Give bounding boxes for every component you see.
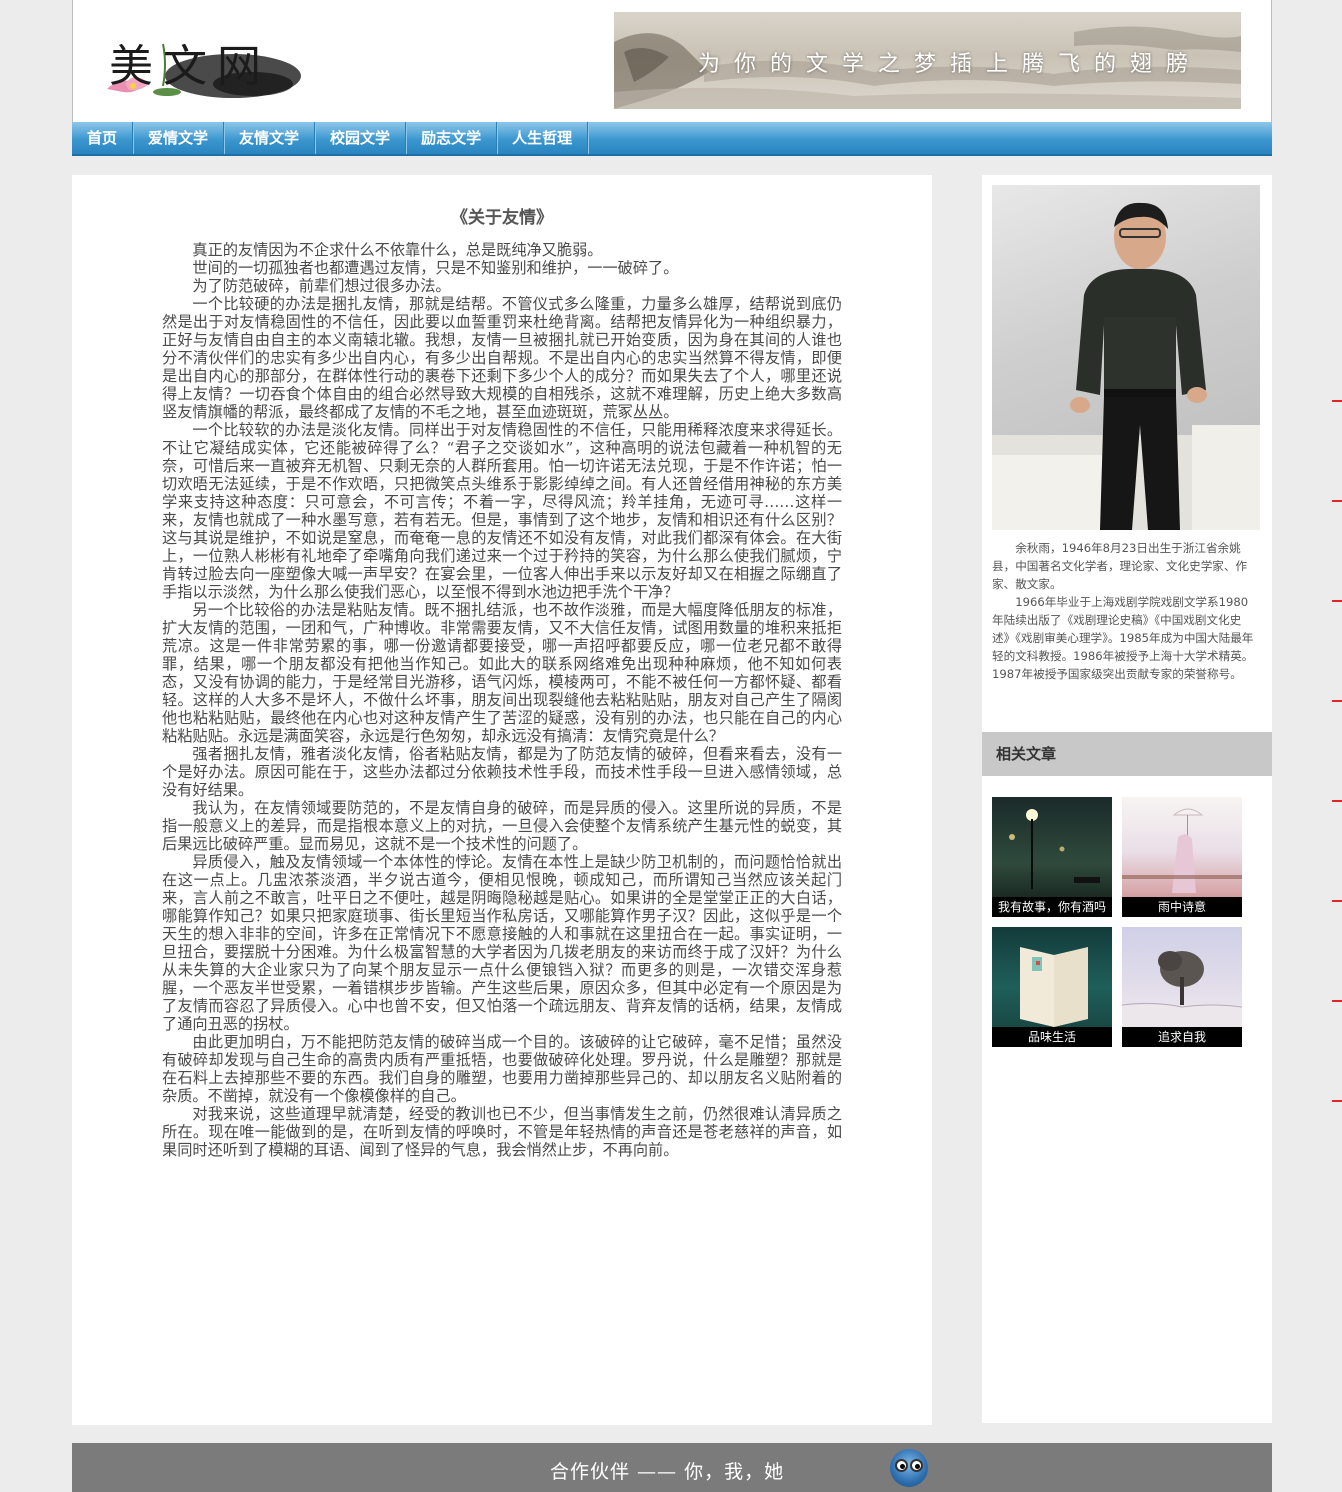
related-article-thumb[interactable]: 追求自我 (1122, 927, 1242, 1047)
article-paragraph: 对我来说，这些道理早就清楚，经受的教训也已不少，但当事情发生之前，仍然很难认清异… (162, 1105, 842, 1159)
article-paragraph: 由此更加明白，万不能把防范友情的破碎当成一个目的。该破碎的让它破碎，毫不足惜；虽… (162, 1033, 842, 1105)
edge-marker (1332, 800, 1342, 802)
related-article-thumb[interactable]: 我有故事，你有酒吗 (992, 797, 1112, 917)
edge-marker (1332, 900, 1342, 902)
header-banner: 为你的文学之梦插上腾飞的翅膀 (614, 12, 1241, 109)
related-article-caption: 品味生活 (992, 1027, 1112, 1047)
main-nav: 首页 爱情文学 友情文学 校园文学 励志文学 人生哲理 (72, 122, 1272, 156)
author-bio: 余秋雨，1946年8月23日出生于浙江省余姚县，中国著名文化学者，理论家、文化史… (992, 539, 1258, 683)
author-portrait-art (992, 202, 1260, 530)
site-header: 美文网 为你的文学之梦插上腾飞的翅膀 (72, 0, 1272, 122)
article-paragraph: 为了防范破碎，前辈们想过很多办法。 (192, 277, 451, 295)
edge-marker (1332, 700, 1342, 702)
edge-marker (1332, 1000, 1342, 1002)
edge-marker (1332, 400, 1342, 402)
article-paragraph: 真正的友情因为不企求什么不依靠什么，总是既纯净又脆弱。 (192, 241, 603, 259)
footer-partners-text: 合作伙伴 —— 你，我，她 (550, 1461, 785, 1483)
related-article-caption: 追求自我 (1122, 1027, 1242, 1047)
edge-marker (1332, 500, 1342, 502)
site-footer: 合作伙伴 —— 你，我，她 (72, 1443, 1272, 1492)
related-article-caption: 我有故事，你有酒吗 (992, 897, 1112, 917)
night-street-thumb-art (1009, 809, 1100, 889)
article-body: 真正的友情因为不企求什么不依靠什么，总是既纯净又脆弱。 世间的一切孤独者也都遭遇… (162, 241, 842, 1159)
umbrella-girl-thumb-art (1122, 808, 1242, 893)
sidebar: 余秋雨，1946年8月23日出生于浙江省余姚县，中国著名文化学者，理论家、文化史… (982, 175, 1272, 1423)
article-paragraph: 一个比较软的办法是淡化友情。同样出于对友情稳固性的不信任，只能用稀释浓度来求得延… (162, 421, 842, 601)
site-logo[interactable]: 美文网 (103, 14, 313, 104)
nav-item-campus-literature[interactable]: 校园文学 (315, 122, 407, 154)
author-bio-paragraph: 余秋雨，1946年8月23日出生于浙江省余姚县，中国著名文化学者，理论家、文化史… (992, 541, 1248, 591)
related-article-caption: 雨中诗意 (1122, 897, 1242, 917)
article-paragraph: 一个比较硬的办法是捆扎友情，那就是结帮。不管仪式多么隆重，力量多么雄厚，结帮说到… (162, 295, 842, 421)
related-article-thumb[interactable]: 品味生活 (992, 927, 1112, 1047)
related-articles-heading: 相关文章 (982, 732, 1272, 776)
article-paragraph: 另一个比较俗的办法是粘贴友情。既不捆扎结派，也不故作淡雅，而是大幅度降低朋友的标… (162, 601, 842, 745)
owl-eye-icon (895, 1459, 908, 1472)
article-paragraph: 我认为，在友情领域要防范的，不是友情自身的破碎，而是异质的侵入。这里所说的异质，… (162, 799, 842, 853)
logo-text: 美文网 (109, 41, 271, 92)
related-article-thumb[interactable]: 雨中诗意 (1122, 797, 1242, 917)
owl-mascot-icon[interactable] (890, 1449, 928, 1487)
owl-eye-icon (910, 1459, 923, 1472)
nav-item-inspirational-literature[interactable]: 励志文学 (406, 122, 498, 154)
article-paragraph: 世间的一切孤独者也都遭遇过友情，只是不知鉴别和维护，一一破碎了。 (192, 259, 679, 277)
nav-item-home[interactable]: 首页 (72, 122, 134, 154)
author-photo (992, 185, 1260, 530)
article-title: 《关于友情》 (451, 208, 553, 228)
banner-slogan: 为你的文学之梦插上腾飞的翅膀 (698, 52, 1203, 77)
edge-marker (1332, 1100, 1342, 1102)
lone-tree-thumb-art (1122, 951, 1242, 1027)
article-paragraph: 强者捆扎友情，雅者淡化友情，俗者粘贴友情，都是为了防范友情的破碎，但看来看去，没… (162, 745, 842, 799)
article-panel: 《关于友情》 真正的友情因为不企求什么不依靠什么，总是既纯净又脆弱。 世间的一切… (72, 175, 932, 1425)
edge-marker (1332, 600, 1342, 602)
nav-item-love-literature[interactable]: 爱情文学 (133, 122, 225, 154)
article-paragraph: 异质侵入，触及友情领域一个本体性的悖论。友情在本性上是缺少防卫机制的，而问题恰恰… (162, 853, 842, 1033)
author-bio-paragraph: 1966年毕业于上海戏剧学院戏剧文学系1980年陆续出版了《戏剧理论史稿》《中国… (992, 595, 1254, 681)
open-book-thumb-art (1020, 947, 1088, 1027)
nav-item-life-philosophy[interactable]: 人生哲理 (497, 122, 589, 154)
nav-item-friendship-literature[interactable]: 友情文学 (224, 122, 316, 154)
